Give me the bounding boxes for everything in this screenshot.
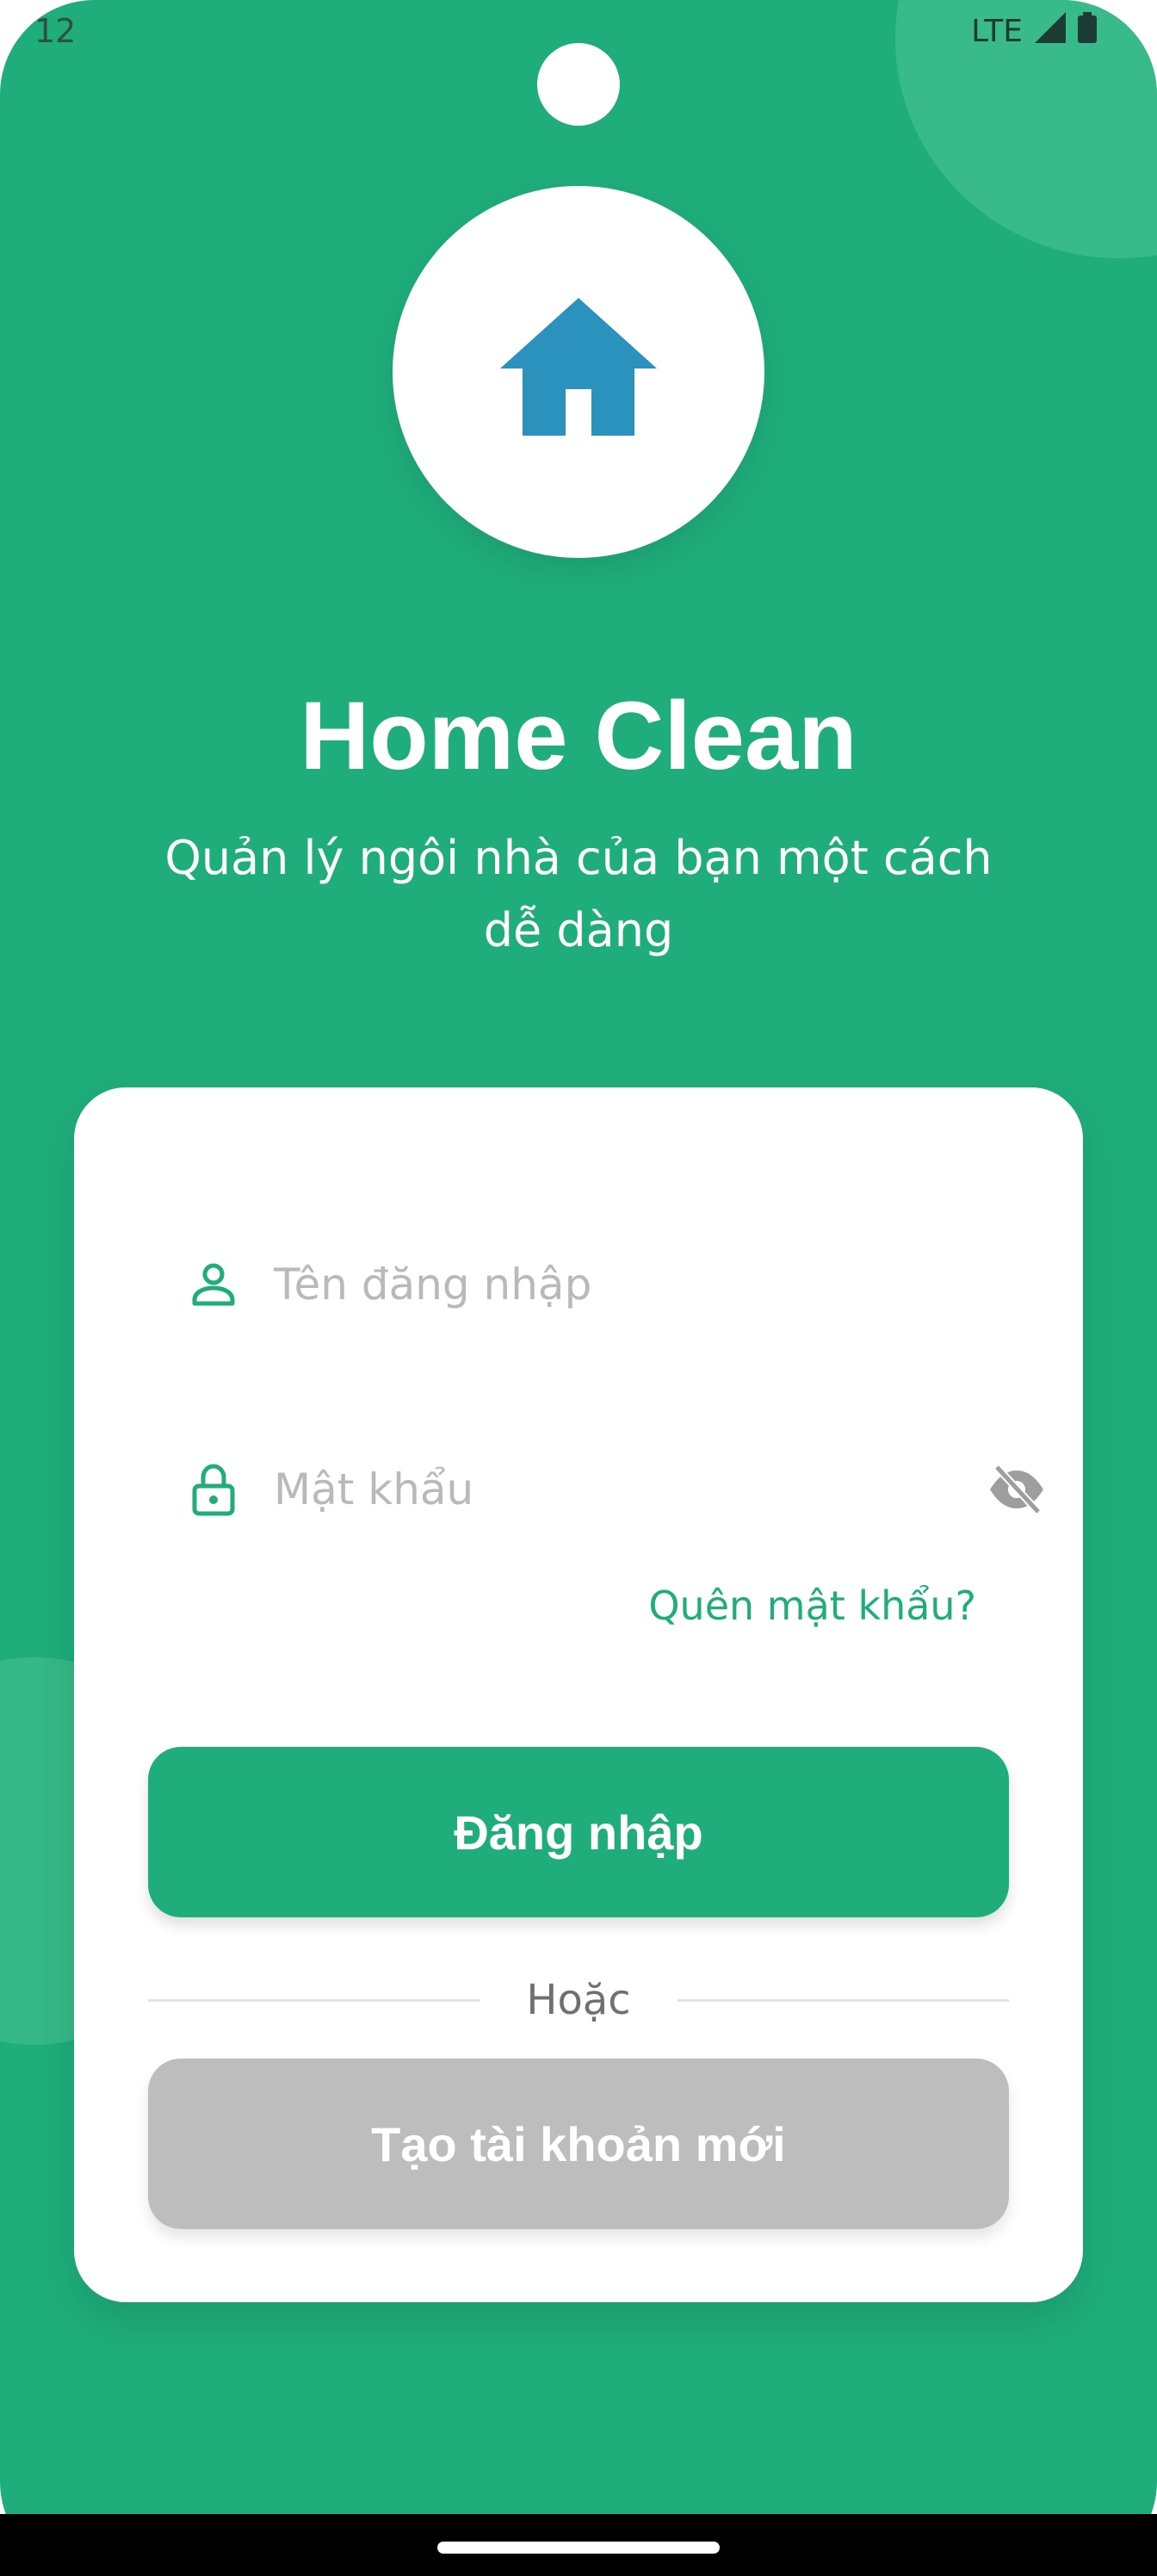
lock-icon [192, 1464, 235, 1516]
login-card: Quên mật khẩu? Đăng nhập Hoặc Tạo tài kh… [74, 1087, 1083, 2302]
username-field[interactable] [186, 1236, 1047, 1333]
app-screen: 12 LTE Home Clean Quản lý ngôi nhà của b… [0, 0, 1157, 2576]
divider-line-right [677, 1998, 1010, 2002]
network-label: LTE [971, 14, 1023, 49]
register-button[interactable]: Tạo tài khoản mới [148, 2059, 1009, 2229]
signal-icon [1035, 12, 1066, 51]
forgot-password-link[interactable]: Quên mật khẩu? [648, 1582, 976, 1629]
app-logo [393, 186, 764, 558]
app-title: Home Clean [300, 682, 857, 790]
divider-text: Hoặc [526, 1976, 631, 2024]
status-time: 12 [34, 12, 77, 50]
status-bar-right: LTE [971, 12, 1097, 51]
toggle-password-visibility[interactable] [987, 1462, 1047, 1517]
app-subtitle: Quản lý ngôi nhà của bạn một cách dễ dàn… [164, 831, 993, 957]
person-icon [192, 1263, 235, 1306]
house-icon [500, 298, 657, 436]
divider-line-left [148, 1998, 480, 2002]
password-field[interactable] [186, 1441, 1047, 1538]
eye-off-icon [990, 1464, 1043, 1515]
battery-icon [1078, 12, 1097, 51]
or-divider: Hoặc [148, 1966, 1010, 2034]
password-input[interactable] [272, 1441, 1047, 1538]
home-gesture-handle[interactable] [437, 2542, 720, 2554]
login-button[interactable]: Đăng nhập [148, 1747, 1009, 1917]
username-input[interactable] [272, 1236, 1047, 1333]
camera-cutout [537, 43, 620, 126]
